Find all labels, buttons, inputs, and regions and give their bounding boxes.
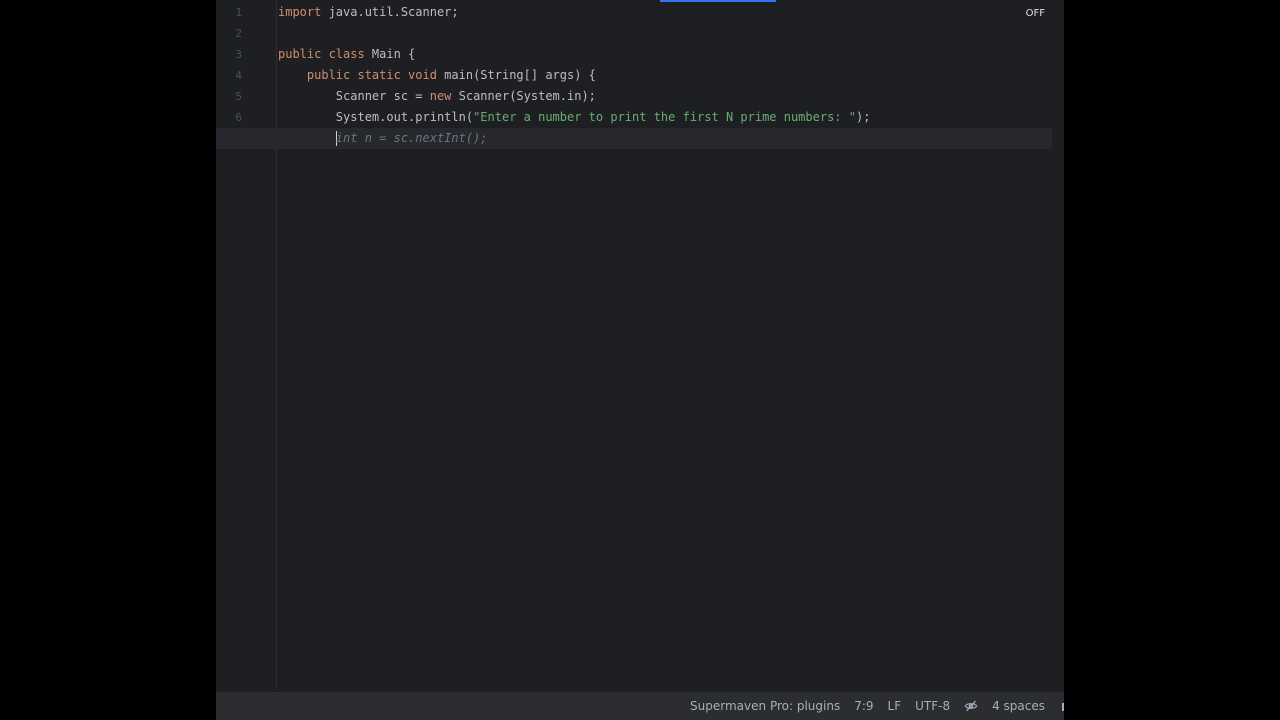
code-line[interactable] (216, 23, 1052, 44)
code-token: System.out.println( (278, 110, 474, 124)
code-token: java.util.Scanner; (321, 5, 459, 19)
ai-suggestion-token: int n = sc.nextInt(); (335, 131, 488, 145)
status-edge-mark (1062, 703, 1064, 711)
status-bar: Supermaven Pro: plugins 7:9 LF UTF-8 4 s… (216, 691, 1064, 720)
code-area[interactable]: import java.util.Scanner; public class Ma… (216, 0, 1052, 690)
code-line-text: System.out.println("Enter a number to pr… (278, 107, 871, 128)
code-line[interactable]: public class Main { (216, 44, 1052, 65)
code-line-text: Scanner sc = new Scanner(System.in); (278, 86, 596, 107)
keyword-token: import (278, 5, 322, 19)
plugin-status[interactable]: Supermaven Pro: plugins (690, 699, 840, 713)
readonly-toggle[interactable] (964, 699, 978, 713)
code-line-text: public static void main(String[] args) { (278, 65, 596, 86)
code-line-text: int n = sc.nextInt(); (278, 128, 488, 149)
inspection-off-toggle[interactable]: OFF (1026, 8, 1045, 19)
editor-window: 1234567 import java.util.Scanner;public … (216, 0, 1064, 720)
file-encoding[interactable]: UTF-8 (915, 699, 950, 713)
keyword-token: public class (278, 47, 365, 61)
code-line[interactable]: public static void main(String[] args) { (216, 65, 1052, 86)
caret-position[interactable]: 7:9 (854, 699, 873, 713)
code-line[interactable]: System.out.println("Enter a number to pr… (216, 107, 1052, 128)
string-token: "Enter a number to print the first N pri… (473, 110, 856, 124)
code-line-text: public class Main { (278, 44, 415, 65)
indent-setting[interactable]: 4 spaces (992, 699, 1045, 713)
code-line[interactable]: Scanner sc = new Scanner(System.in); (216, 86, 1052, 107)
code-token: Main { (364, 47, 416, 61)
keyword-token: new (429, 89, 452, 103)
line-ending[interactable]: LF (888, 699, 902, 713)
eye-off-icon (964, 700, 978, 712)
code-token: ); (855, 110, 871, 124)
code-token: Scanner(System.in); (451, 89, 596, 103)
code-token: Scanner sc = (278, 89, 430, 103)
current-line-highlight[interactable]: int n = sc.nextInt(); (216, 128, 1052, 149)
code-line[interactable]: import java.util.Scanner; (216, 2, 1052, 23)
keyword-token: public static void (306, 68, 437, 82)
code-line-text: import java.util.Scanner; (278, 2, 459, 23)
code-token: main(String[] args) { (436, 68, 596, 82)
